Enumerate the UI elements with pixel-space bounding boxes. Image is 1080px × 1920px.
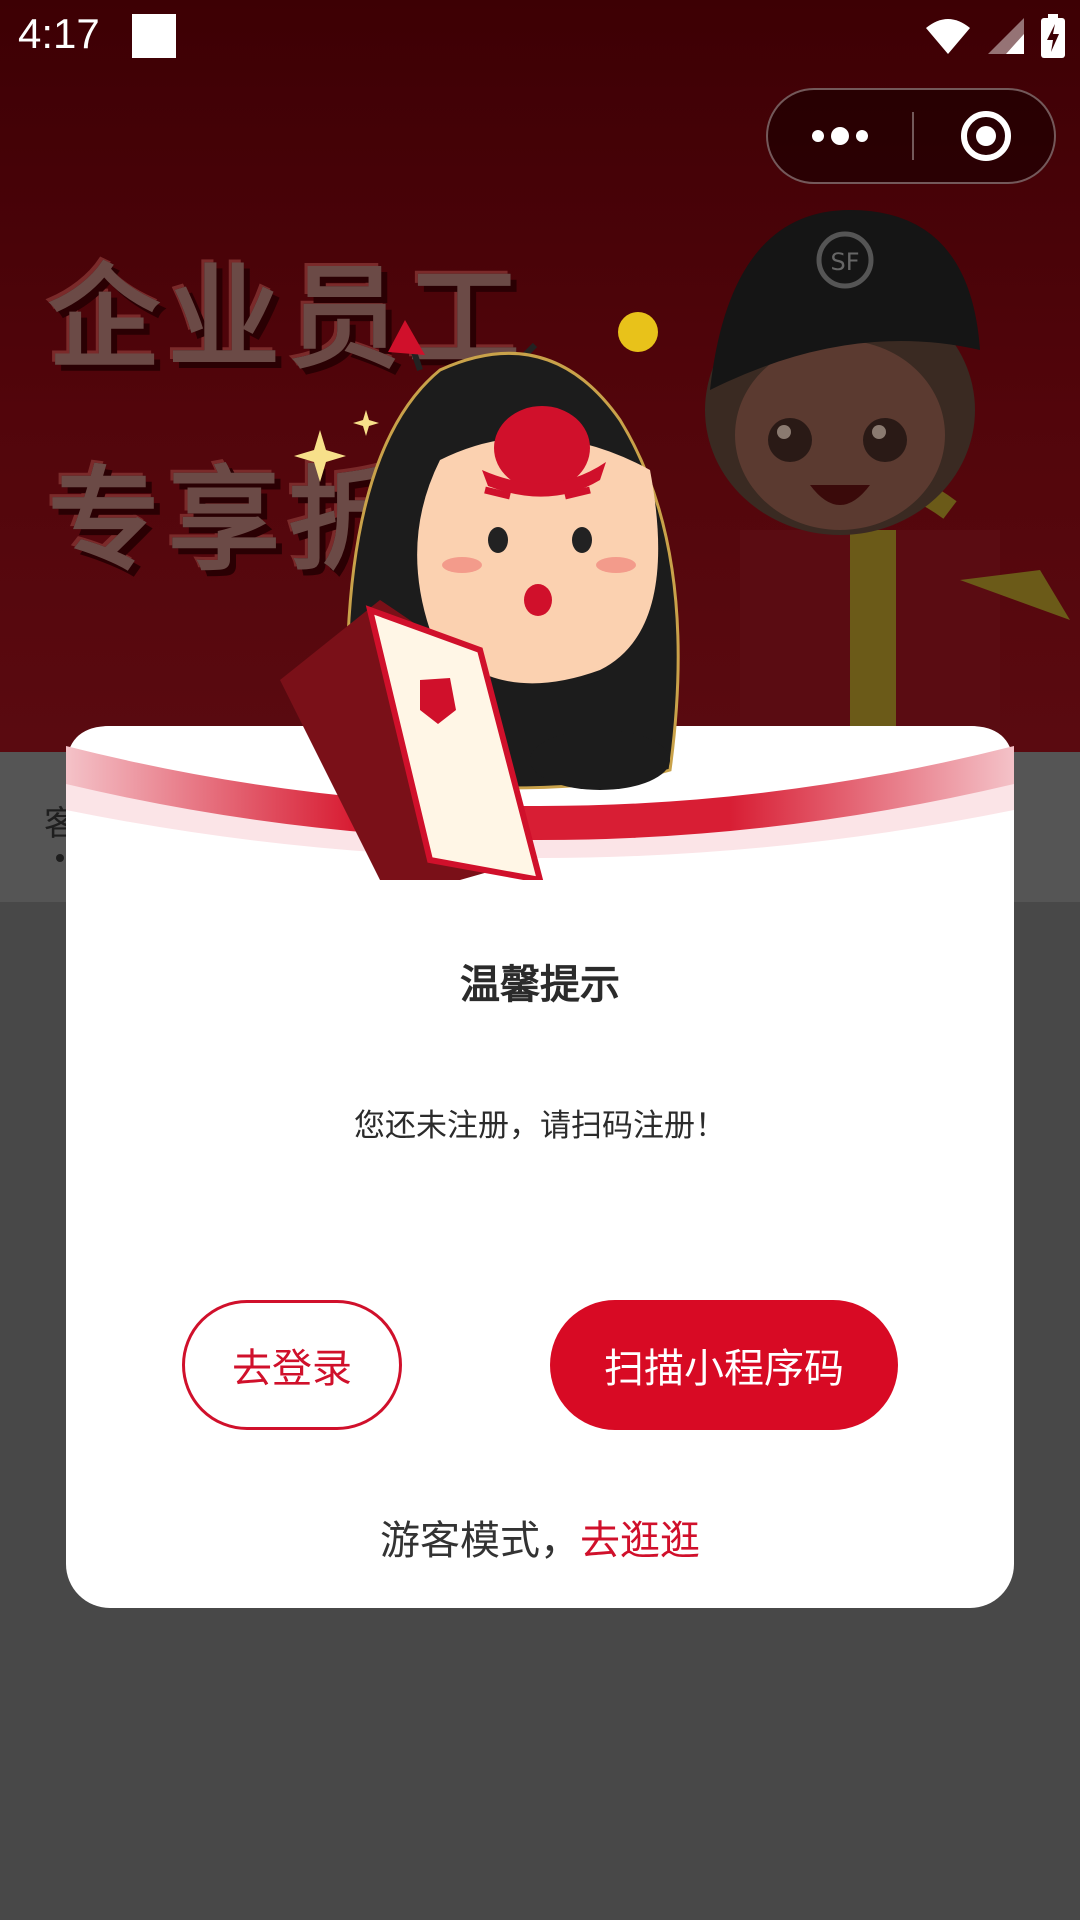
status-time: 4:17 bbox=[18, 10, 100, 57]
status-bar: 4:17 bbox=[0, 0, 1080, 74]
bee-mascot-illustration bbox=[280, 312, 680, 880]
target-circle-icon bbox=[961, 111, 1011, 161]
guest-mode-line: 游客模式，去逛逛 bbox=[66, 1508, 1014, 1566]
tab-indicator-dot bbox=[56, 854, 64, 862]
battery-charging-icon bbox=[1041, 14, 1065, 58]
svg-text:SF: SF bbox=[830, 248, 859, 276]
wifi-icon bbox=[926, 19, 970, 54]
login-button[interactable]: 去登录 bbox=[182, 1300, 402, 1430]
guest-mode-label: 游客模式， bbox=[380, 1518, 580, 1564]
notification-icon bbox=[132, 14, 176, 58]
more-dots-icon bbox=[812, 127, 868, 145]
dialog-title: 温馨提示 bbox=[460, 962, 620, 1008]
dialog-message: 您还未注册，请扫码注册！ bbox=[354, 1108, 726, 1144]
browse-as-guest-link[interactable]: 去逛逛 bbox=[580, 1518, 700, 1564]
miniprogram-capsule bbox=[766, 88, 1056, 184]
close-miniprogram-button[interactable] bbox=[914, 90, 1058, 182]
signal-icon bbox=[988, 18, 1024, 54]
scan-miniprogram-code-button[interactable]: 扫描小程序码 bbox=[550, 1300, 898, 1430]
more-menu-button[interactable] bbox=[768, 90, 912, 182]
